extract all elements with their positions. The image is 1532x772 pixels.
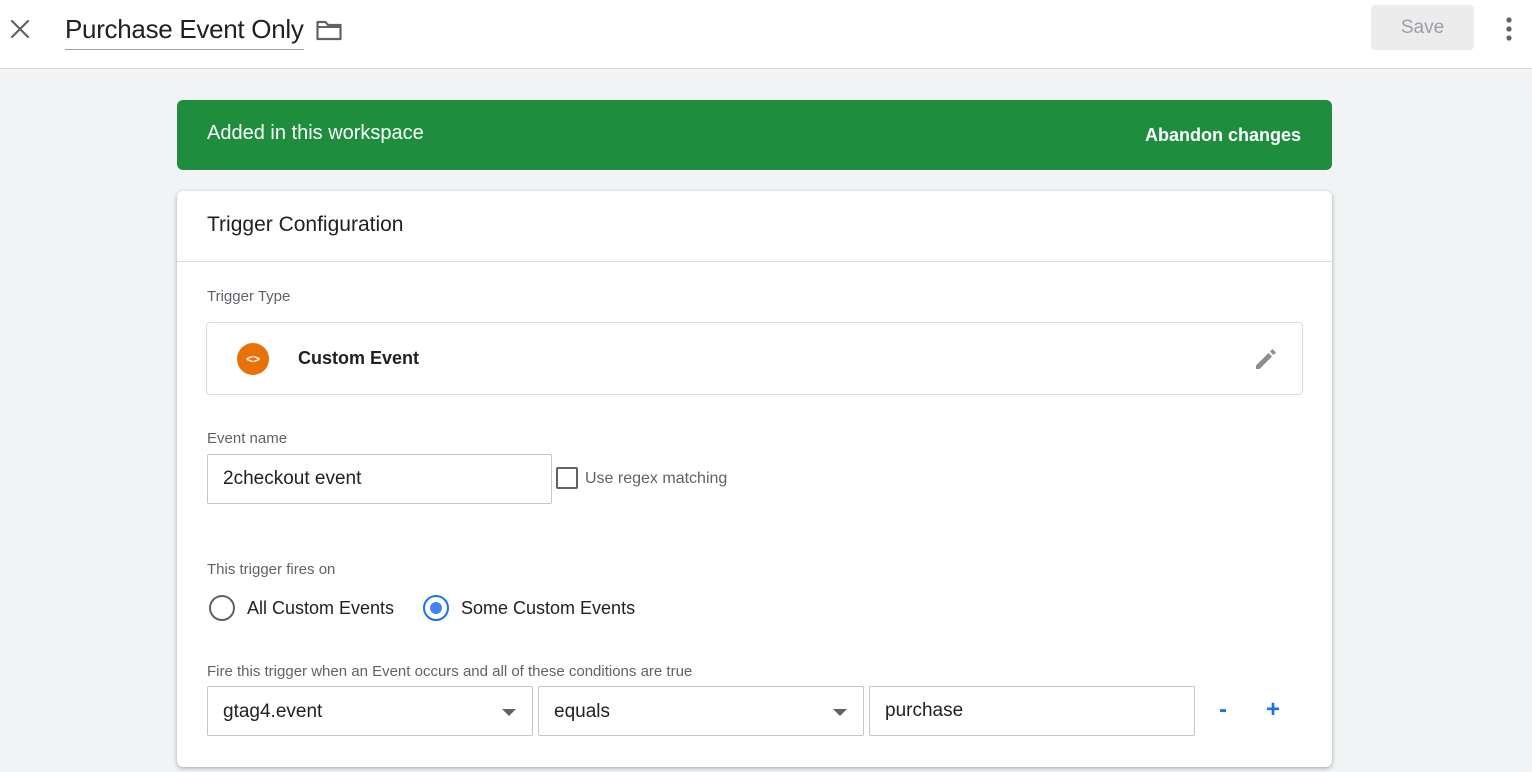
add-condition-button[interactable]: + xyxy=(1258,695,1288,725)
custom-event-icon-glyph: <> xyxy=(245,352,260,366)
folder-button[interactable] xyxy=(314,15,344,45)
top-bar: Purchase Event Only Save xyxy=(0,0,1532,69)
trigger-type-label: Trigger Type xyxy=(207,288,291,305)
condition-variable-value: gtag4.event xyxy=(223,701,323,722)
close-button[interactable] xyxy=(5,14,35,44)
radio-all-custom-events-label: All Custom Events xyxy=(247,598,395,618)
radio-all-custom-events[interactable] xyxy=(209,595,235,621)
conditions-label: Fire this trigger when an Event occurs a… xyxy=(207,663,693,680)
use-regex-checkbox[interactable] xyxy=(556,467,578,489)
dropdown-arrow-icon xyxy=(502,709,516,716)
radio-selected-dot xyxy=(430,602,442,614)
folder-icon xyxy=(316,20,342,41)
trigger-name-field[interactable]: Purchase Event Only xyxy=(65,10,304,50)
condition-operator-value: equals xyxy=(554,701,610,722)
trigger-configuration-card: Trigger Configuration Trigger Type <> Cu… xyxy=(177,191,1332,767)
trigger-type-selector[interactable]: <> Custom Event xyxy=(206,322,1303,395)
card-header: Trigger Configuration xyxy=(177,191,1332,262)
condition-variable-select[interactable]: gtag4.event xyxy=(207,686,533,736)
dropdown-arrow-icon xyxy=(833,709,847,716)
trigger-type-name: Custom Event xyxy=(298,348,420,368)
event-name-label: Event name xyxy=(207,430,288,447)
banner-message: Added in this workspace xyxy=(207,122,424,144)
page-title[interactable]: Purchase Event Only xyxy=(65,10,304,48)
use-regex-label: Use regex matching xyxy=(585,470,728,487)
remove-condition-button[interactable]: - xyxy=(1208,695,1238,725)
radio-some-custom-events-label: Some Custom Events xyxy=(461,598,636,618)
edit-trigger-type-button[interactable] xyxy=(1252,345,1280,373)
pencil-icon xyxy=(1256,349,1276,369)
radio-some-custom-events[interactable] xyxy=(423,595,449,621)
workspace-status-banner: Added in this workspace Abandon changes xyxy=(177,100,1332,170)
condition-value-input[interactable] xyxy=(869,686,1195,736)
close-icon xyxy=(10,19,30,39)
more-vert-icon xyxy=(1506,17,1512,41)
event-name-input[interactable] xyxy=(207,454,552,504)
custom-event-icon: <> xyxy=(237,343,269,375)
fires-on-label: This trigger fires on xyxy=(207,561,336,578)
save-button[interactable]: Save xyxy=(1371,5,1474,50)
condition-operator-select[interactable]: equals xyxy=(538,686,864,736)
card-title: Trigger Configuration xyxy=(207,213,404,236)
more-options-button[interactable] xyxy=(1495,12,1523,46)
abandon-changes-button[interactable]: Abandon changes xyxy=(1145,125,1301,146)
